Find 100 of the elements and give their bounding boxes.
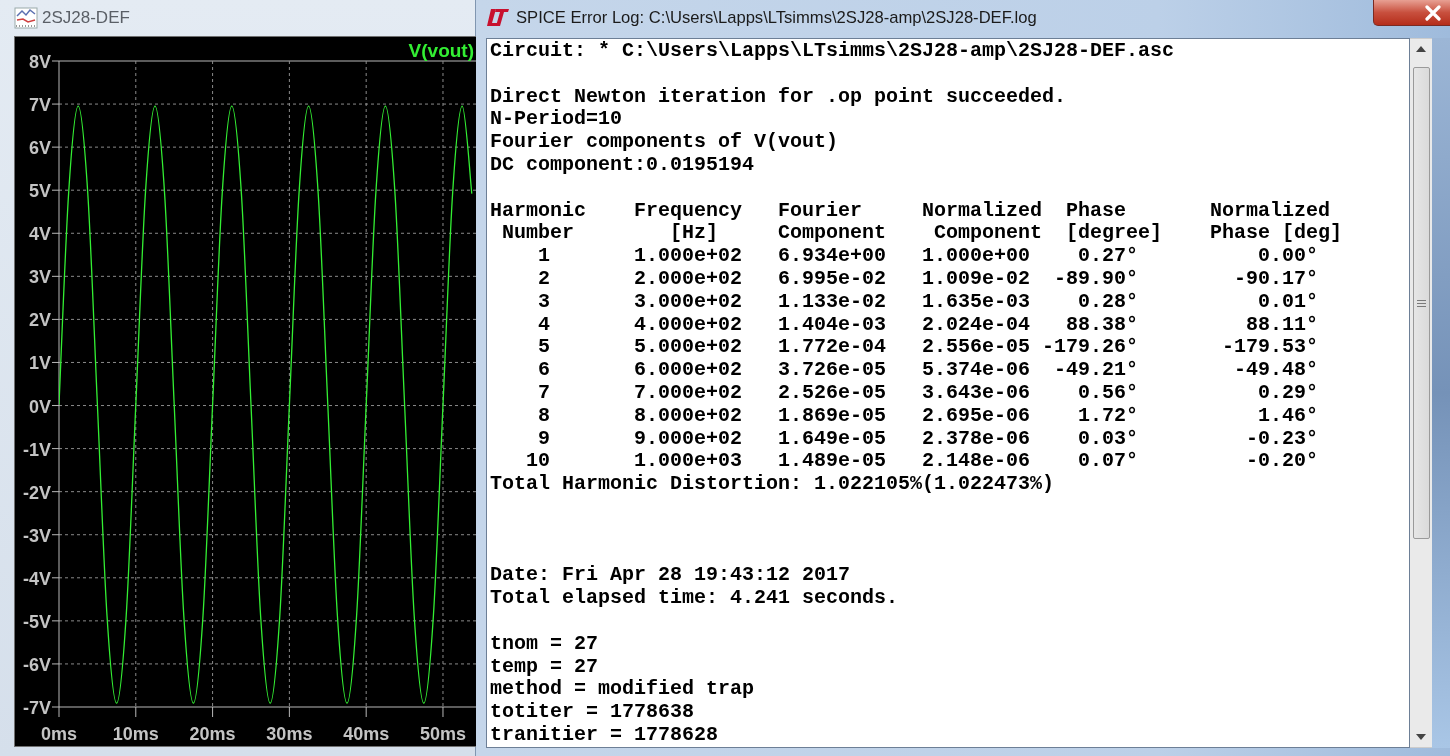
log-line: tranitier = 1778628 [490, 723, 720, 747]
tick-label: 10ms [112, 724, 159, 744]
table-cell: 2.695e-06 [922, 404, 1031, 428]
table-cell: 1.869e-05 [778, 404, 887, 428]
tick-label: -5V [23, 611, 51, 632]
column-header: Frequency [Hz] [634, 199, 743, 246]
log-line: Fourier components of V(vout) [490, 131, 840, 154]
table-cell: 1.649e-05 [778, 427, 887, 451]
table-cell-text: 5 [538, 336, 551, 360]
table-cell-text: 4 [538, 313, 551, 337]
window-title: SPICE Error Log: C:\Users\Lapps\LTsimms\2SJ28-amp\2SJ28-DEF.log [516, 8, 1037, 28]
tick-label: 0ms [41, 724, 77, 744]
table-cell: 1.000e+03 [634, 450, 743, 474]
table-cell: 2.000e+02 [634, 267, 743, 291]
table-cell-text: 7 [538, 381, 551, 405]
table-cell-text: 10 [526, 450, 551, 474]
table-cell-text: -90.17° [1234, 267, 1320, 291]
tick-label: 40ms [343, 724, 390, 744]
log-line: method = modified trap [490, 678, 756, 702]
table-cell-text: 88.38° [1066, 313, 1140, 337]
column-header: Harmonic Number [490, 199, 586, 246]
window-title: 2SJ28-DEF [42, 8, 130, 28]
down-arrow-icon [1416, 734, 1426, 740]
table-cell: 1.009e-02 [922, 267, 1031, 291]
table-cell: 1.772e-04 [778, 336, 887, 360]
tick-label: 5V [28, 181, 51, 202]
table-cell: 1.635e-03 [922, 290, 1031, 314]
log-line: tnom = 27 [490, 632, 600, 656]
table-cell: 1.404e-03 [778, 313, 887, 337]
tick-label: 7V [28, 95, 51, 116]
table-cell: 1.000e+02 [634, 245, 743, 268]
table-cell: 5.374e-06 [922, 359, 1031, 382]
column-header: Normalized Phase [deg] [1210, 199, 1343, 246]
table-cell-text: 0.27° [1078, 245, 1140, 268]
table-cell-text: 0.28° [1078, 290, 1140, 314]
tick-label: 50ms [419, 724, 466, 744]
table-cell: 8.000e+02 [634, 404, 743, 428]
tick-label: -1V [23, 439, 51, 460]
log-line: Circuit: * C:\Users\Lapps\LTsimms\2SJ28-amp\2SJ28-DEF.asc [490, 40, 1176, 63]
log-line: Total elapsed time: 4.241 seconds. [490, 587, 900, 610]
log-line: DC component:0.0195194 [490, 154, 756, 177]
table-cell-text: 0.56° [1078, 381, 1140, 405]
table-cell-text: -179.26° [1042, 336, 1140, 360]
chart-icon [14, 7, 38, 29]
table-cell-text: -49.48° [1234, 359, 1320, 382]
table-cell-text: 1 [538, 245, 551, 268]
table-cell: 3.000e+02 [634, 290, 743, 314]
table-cell-text: 0.00° [1258, 245, 1320, 268]
logo-icon [486, 7, 510, 27]
tick-label: 8V [28, 52, 51, 72]
table-cell: 2.024e-04 [922, 313, 1031, 337]
table-cell-text: 0.03° [1078, 427, 1140, 451]
tick-label: 6V [28, 138, 51, 159]
log-line: Direct Newton iteration for .op point succeeded. [490, 85, 1068, 109]
tick-label: -7V [23, 698, 51, 718]
table-cell-text: 2 [538, 267, 551, 291]
table-cell-text: 1.72° [1078, 404, 1140, 428]
table-cell: 2.148e-06 [922, 450, 1031, 474]
table-cell: 5.000e+02 [634, 336, 743, 360]
tick-label: 2V [28, 310, 51, 331]
table-cell-text: 0.29° [1258, 381, 1320, 405]
close-button[interactable] [1373, 0, 1450, 26]
tick-label: 30ms [266, 724, 313, 744]
tick-label: 4V [28, 224, 51, 245]
tick-label: -4V [23, 568, 51, 589]
table-cell-text: -89.90° [1054, 267, 1140, 291]
table-cell-text: 8 [538, 404, 551, 428]
close-icon [1424, 4, 1442, 21]
tick-label: -2V [23, 482, 51, 503]
table-cell: 2.556e-05 [922, 336, 1031, 360]
tick-label: 20ms [189, 724, 236, 744]
table-cell: 3.643e-06 [922, 381, 1031, 405]
grip-icon [1416, 298, 1426, 308]
table-cell: 2.526e-05 [778, 381, 887, 405]
column-header: Fourier Component [778, 199, 887, 246]
table-cell: 2.378e-06 [922, 427, 1031, 451]
table-cell-text: 88.11° [1246, 313, 1320, 337]
tick-label: 1V [28, 353, 51, 374]
table-cell: 1.133e-02 [778, 290, 887, 314]
table-cell-text: 6 [538, 359, 551, 382]
table-cell-text: -179.53° [1222, 336, 1320, 360]
trace-label: V(vout) [408, 40, 474, 61]
table-cell-text: 1.46° [1258, 404, 1320, 428]
table-cell-text: 9 [538, 427, 551, 451]
table-cell: 9.000e+02 [634, 427, 743, 451]
table-cell: 1.000e+00 [922, 245, 1031, 268]
log-line: N-Period=10 [490, 108, 624, 132]
table-cell: 6.995e-02 [778, 267, 887, 291]
log-line: Date: Fri Apr 28 19:43:12 2017 [490, 564, 852, 588]
table-cell-text: 0.07° [1078, 450, 1140, 474]
scrollbar-thumb[interactable] [1412, 67, 1430, 539]
column-header: Phase [degree] [1066, 199, 1163, 246]
up-arrow-icon [1416, 46, 1426, 52]
table-cell-text: 3 [538, 290, 551, 314]
log-line: totiter = 1778638 [490, 701, 696, 724]
table-cell: 1.489e-05 [778, 450, 887, 474]
table-cell: 6.934e+00 [778, 245, 887, 268]
table-cell: 4.000e+02 [634, 313, 743, 337]
log-line: temp = 27 [490, 655, 600, 679]
table-cell: 6.000e+02 [634, 359, 743, 382]
